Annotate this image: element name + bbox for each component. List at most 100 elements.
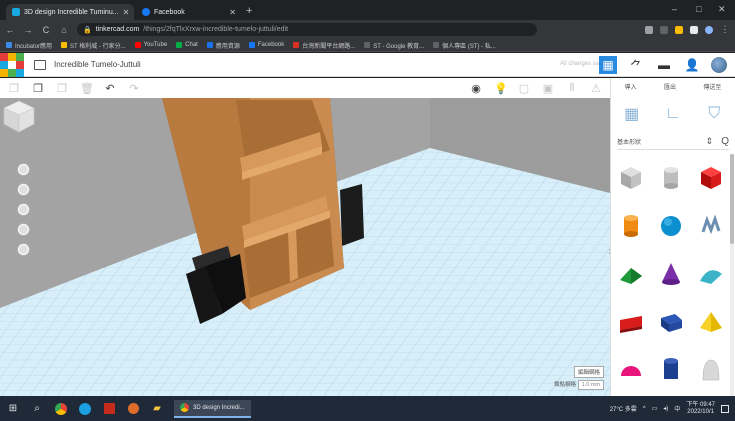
- close-tab-icon[interactable]: ✕: [123, 8, 130, 17]
- send-to-tab[interactable]: 傳送至: [703, 82, 721, 96]
- bookmark-item[interactable]: ST - Google 教育...: [364, 41, 424, 50]
- shape-box[interactable]: [615, 162, 647, 194]
- shape-scribble[interactable]: [695, 210, 727, 242]
- reload-button[interactable]: C: [41, 25, 51, 35]
- export-tab[interactable]: 匯出: [664, 82, 676, 96]
- tray-chevron-icon[interactable]: ^: [643, 406, 646, 412]
- bookmark-item[interactable]: Chat: [176, 42, 198, 48]
- ungroup-icon[interactable]: ▣: [542, 82, 554, 95]
- design-menu-icon[interactable]: [34, 59, 46, 70]
- shape-half-sphere[interactable]: [615, 354, 647, 386]
- shape-roof[interactable]: [615, 258, 647, 290]
- bookmark-item[interactable]: 應用資源: [206, 41, 240, 50]
- workplane-icon[interactable]: ▦: [621, 103, 643, 125]
- add-user-icon[interactable]: 👤: [683, 56, 701, 74]
- shape-polygon[interactable]: [655, 306, 687, 338]
- search-icon[interactable]: Q: [721, 136, 729, 147]
- search-icon[interactable]: ⌕: [30, 402, 44, 416]
- shape-round-roof[interactable]: [695, 258, 727, 290]
- browser-tab-facebook[interactable]: Facebook ✕: [136, 4, 242, 20]
- shape-paraboloid[interactable]: [695, 354, 727, 386]
- bricks-mode-icon[interactable]: ▬: [655, 56, 673, 74]
- shape-cone[interactable]: [655, 258, 687, 290]
- minimize-button[interactable]: –: [672, 4, 677, 14]
- home-view-icon[interactable]: [18, 164, 29, 175]
- redo-icon[interactable]: ↷: [128, 82, 140, 95]
- network-icon[interactable]: ▭: [652, 405, 658, 412]
- windows-start-icon[interactable]: ⊞: [6, 402, 20, 416]
- duplicate-icon[interactable]: ❐: [56, 82, 68, 95]
- new-tab-button[interactable]: +: [246, 5, 252, 17]
- facebook-icon: [248, 42, 255, 48]
- import-tab[interactable]: 導入: [625, 82, 637, 96]
- shape-sphere[interactable]: [655, 210, 687, 242]
- undo-icon[interactable]: ↶: [104, 82, 116, 95]
- shape-cylinder-orange[interactable]: [615, 210, 647, 242]
- shape-tube[interactable]: [655, 354, 687, 386]
- extension-icon[interactable]: [645, 25, 653, 34]
- file-explorer-icon[interactable]: ▰: [150, 402, 164, 416]
- shape-pyramid[interactable]: [695, 306, 727, 338]
- profile-icon[interactable]: [705, 25, 713, 34]
- forward-button[interactable]: →: [23, 25, 33, 35]
- panel-scrollbar[interactable]: [730, 154, 734, 396]
- shape-box-red[interactable]: [695, 162, 727, 194]
- taskbar-active-window[interactable]: 3D design Incredi...: [174, 399, 251, 418]
- view-cube-icon[interactable]: [0, 98, 38, 136]
- edit-grid-button[interactable]: 編輯網格: [573, 366, 604, 378]
- app-taskbar-icon[interactable]: [102, 402, 116, 416]
- bookmark-item[interactable]: Incubator應用: [6, 41, 52, 50]
- bookmark-item[interactable]: YouTube: [134, 42, 167, 48]
- chrome-taskbar-icon[interactable]: [54, 402, 68, 416]
- align-icon[interactable]: ⫴: [566, 82, 578, 95]
- fit-view-icon[interactable]: [18, 184, 29, 195]
- zoom-out-icon[interactable]: [18, 224, 29, 235]
- mirror-icon[interactable]: ⚠: [590, 82, 602, 95]
- extension-icon[interactable]: [675, 25, 683, 34]
- shape-cylinder[interactable]: [655, 162, 687, 194]
- show-all-icon[interactable]: 💡: [494, 82, 508, 95]
- app-taskbar-icon[interactable]: [126, 402, 140, 416]
- clock[interactable]: 下午 09:47 2022/10/1: [686, 402, 715, 416]
- zoom-in-icon[interactable]: [18, 204, 29, 215]
- notes-icon[interactable]: ◉: [470, 82, 482, 95]
- back-button[interactable]: ←: [5, 25, 15, 35]
- snap-grid-select[interactable]: 1.0 mm: [577, 380, 604, 390]
- paste-icon[interactable]: ❐: [32, 82, 44, 95]
- extension-icon[interactable]: [660, 25, 668, 34]
- close-tab-icon[interactable]: ✕: [229, 8, 236, 17]
- tinkercad-logo[interactable]: [0, 52, 24, 77]
- ortho-toggle-icon[interactable]: [18, 244, 29, 255]
- ruler-icon[interactable]: ∟: [662, 103, 684, 125]
- bookmark-item[interactable]: ST 格利威 - 行家分...: [61, 41, 126, 50]
- delete-icon[interactable]: 🗑: [80, 82, 94, 95]
- volume-icon[interactable]: ◂): [663, 405, 668, 412]
- extension-icon[interactable]: [690, 25, 698, 34]
- notes-shield-icon[interactable]: ⛉: [703, 103, 725, 125]
- avatar[interactable]: [711, 57, 727, 73]
- input-language[interactable]: 中: [674, 404, 680, 413]
- browser-tab-tinkercad[interactable]: 3D design Incredible Tuminu... ✕: [6, 4, 134, 20]
- lock-icon: 🔒: [83, 26, 92, 34]
- rear-speaker[interactable]: [340, 184, 364, 246]
- group-icon[interactable]: ▢: [518, 82, 530, 95]
- address-bar[interactable]: 🔒 tinkercad.com /things/2fqTlxXrxw-incre…: [77, 23, 537, 36]
- 3d-view-mode-icon[interactable]: ▦: [599, 56, 617, 74]
- copy-icon[interactable]: ❐: [8, 82, 20, 95]
- bookmark-item[interactable]: 台灣新聞平台網路...: [293, 41, 355, 50]
- close-window-button[interactable]: ✕: [718, 4, 726, 15]
- workplane-viewport[interactable]: › 編輯網格 鎖點網格 1.0 mm: [0, 98, 610, 396]
- menu-kebab-icon[interactable]: ⋮: [720, 24, 730, 35]
- bookmark-item[interactable]: 個人專區 (ST) - 私...: [433, 41, 496, 50]
- home-button[interactable]: ⌂: [59, 25, 69, 35]
- shape-text[interactable]: [615, 306, 647, 338]
- bookmark-item[interactable]: Facebook: [248, 42, 284, 48]
- edge-taskbar-icon[interactable]: [78, 402, 92, 416]
- blocks-mode-icon[interactable]: ⺈: [627, 56, 645, 74]
- weather-widget[interactable]: 27°C 多雲: [610, 404, 637, 413]
- shape-category-select[interactable]: 基本形狀 ⇕ Q: [617, 134, 729, 150]
- design-name[interactable]: Incredible Tumelo-Juttuli: [54, 60, 141, 69]
- maximize-button[interactable]: □: [696, 4, 701, 14]
- clock-time: 下午 09:47: [686, 401, 715, 408]
- notifications-icon[interactable]: [721, 404, 729, 413]
